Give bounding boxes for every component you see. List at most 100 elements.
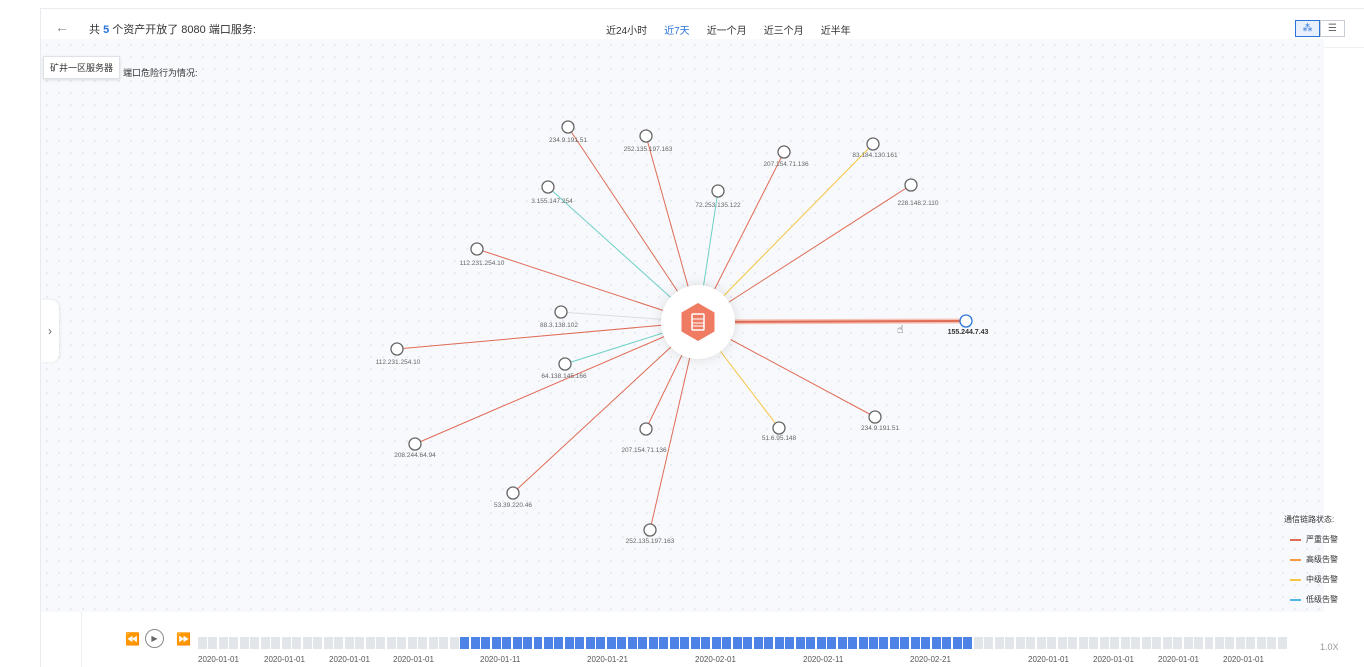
timeline-bar[interactable] xyxy=(1141,637,1151,649)
rewind-icon[interactable]: ⏪ xyxy=(125,632,140,646)
timeline-bar[interactable] xyxy=(1068,637,1078,649)
timeline-bar[interactable] xyxy=(1057,637,1067,649)
ip-node[interactable] xyxy=(561,120,575,134)
timeline-bar[interactable] xyxy=(795,637,805,649)
timeline-bar[interactable] xyxy=(281,637,291,649)
timeline-bar[interactable] xyxy=(680,637,690,649)
timeline-bar[interactable] xyxy=(1214,637,1224,649)
timeline-bar[interactable] xyxy=(585,637,595,649)
timeline-bar[interactable] xyxy=(648,637,658,649)
timeline-bar[interactable] xyxy=(365,637,375,649)
timeline-bar[interactable] xyxy=(722,637,732,649)
timeline-bar[interactable] xyxy=(617,637,627,649)
timeline-bar[interactable] xyxy=(376,637,386,649)
timeline-bar[interactable] xyxy=(816,637,826,649)
timeline-bar[interactable] xyxy=(837,637,847,649)
timeline-bar[interactable] xyxy=(575,637,585,649)
timeline-bar[interactable] xyxy=(753,637,763,649)
timeline-bar[interactable] xyxy=(355,637,365,649)
timeline-bar[interactable] xyxy=(785,637,795,649)
timeline-bar[interactable] xyxy=(1277,637,1287,649)
timeline-bar[interactable] xyxy=(1152,637,1162,649)
ip-node[interactable] xyxy=(506,486,520,500)
timeline-bar[interactable] xyxy=(470,637,480,649)
ip-node[interactable] xyxy=(711,184,725,198)
timeline-bar[interactable] xyxy=(1099,637,1109,649)
ip-node[interactable] xyxy=(904,178,918,192)
timeline-bar[interactable] xyxy=(543,637,553,649)
timeline-bar[interactable] xyxy=(407,637,417,649)
timeline-bar[interactable] xyxy=(428,637,438,649)
timeline-bar[interactable] xyxy=(1120,637,1130,649)
timeline-bar[interactable] xyxy=(386,637,396,649)
timeline-bar[interactable] xyxy=(764,637,774,649)
timeline-bar[interactable] xyxy=(889,637,899,649)
timeline-bar[interactable] xyxy=(523,637,532,649)
ip-node[interactable] xyxy=(639,129,653,143)
ip-node[interactable] xyxy=(639,422,653,436)
ip-node[interactable] xyxy=(554,305,568,319)
timeline-bar[interactable] xyxy=(869,637,878,649)
timeline-bar[interactable] xyxy=(229,637,239,649)
timeline-bar[interactable] xyxy=(858,637,868,649)
timeline-bar[interactable] xyxy=(1256,637,1266,649)
timeline-bar[interactable] xyxy=(218,637,228,649)
timeline-bar[interactable] xyxy=(1173,637,1183,649)
timeline-bar[interactable] xyxy=(323,637,333,649)
ip-node[interactable] xyxy=(408,437,422,451)
timeline-bar[interactable] xyxy=(994,637,1004,649)
timeline-bar[interactable] xyxy=(910,637,920,649)
timeline-bar[interactable] xyxy=(397,637,407,649)
link-line[interactable] xyxy=(697,143,874,323)
timeline-bar[interactable] xyxy=(973,637,983,649)
timeline-bar[interactable] xyxy=(344,637,354,649)
timeline-bar[interactable] xyxy=(1183,637,1193,649)
timeline-bar[interactable] xyxy=(732,637,742,649)
timeline-bar[interactable] xyxy=(921,637,931,649)
timeline-bar[interactable] xyxy=(1194,637,1203,649)
playback-speed[interactable]: 1.0X xyxy=(1320,642,1339,652)
timeline-bar[interactable] xyxy=(512,637,522,649)
timeline-bar[interactable] xyxy=(502,637,512,649)
timeline-bar[interactable] xyxy=(1089,637,1099,649)
timeline-bar[interactable] xyxy=(963,637,973,649)
timeline-bar[interactable] xyxy=(271,637,281,649)
ip-node[interactable] xyxy=(558,357,572,371)
timeline-bar[interactable] xyxy=(1246,637,1256,649)
timeline-bar[interactable] xyxy=(942,637,952,649)
ip-node[interactable] xyxy=(772,421,786,435)
timeline-bar[interactable] xyxy=(481,637,491,649)
timeline-bar[interactable] xyxy=(596,637,606,649)
link-line[interactable] xyxy=(512,321,699,494)
timeline-bar[interactable] xyxy=(533,637,543,649)
timeline-bar[interactable] xyxy=(1225,637,1235,649)
timeline-bar[interactable] xyxy=(460,637,470,649)
timeline-bar[interactable] xyxy=(701,637,711,649)
timeline-bar[interactable] xyxy=(313,637,323,649)
timeline-bar[interactable] xyxy=(690,637,700,649)
timeline-bar[interactable] xyxy=(669,637,679,649)
timeline-bar[interactable] xyxy=(208,637,218,649)
link-line[interactable] xyxy=(697,320,967,323)
timeline-bar[interactable] xyxy=(1026,637,1036,649)
timeline-bar[interactable] xyxy=(239,637,249,649)
ip-node[interactable] xyxy=(541,180,555,194)
timeline-bar[interactable] xyxy=(250,637,260,649)
ip-node[interactable] xyxy=(959,314,973,328)
ip-node[interactable] xyxy=(643,523,657,537)
timeline-bar[interactable] xyxy=(984,637,994,649)
timeline-bar[interactable] xyxy=(1204,637,1214,649)
timeline-bar[interactable] xyxy=(1078,637,1088,649)
timeline-bar[interactable] xyxy=(1235,637,1245,649)
timeline-bar[interactable] xyxy=(1036,637,1046,649)
timeline-bar[interactable] xyxy=(806,637,816,649)
timeline-bar[interactable] xyxy=(606,637,616,649)
timeline-bar[interactable] xyxy=(1047,637,1057,649)
timeline-bar[interactable] xyxy=(302,637,312,649)
forward-icon[interactable]: ⏩ xyxy=(176,632,191,646)
link-line[interactable] xyxy=(414,321,699,445)
timeline-bar[interactable] xyxy=(952,637,962,649)
ip-node[interactable] xyxy=(868,410,882,424)
timeline-bar[interactable] xyxy=(1005,637,1015,649)
timeline-bar[interactable] xyxy=(334,637,344,649)
